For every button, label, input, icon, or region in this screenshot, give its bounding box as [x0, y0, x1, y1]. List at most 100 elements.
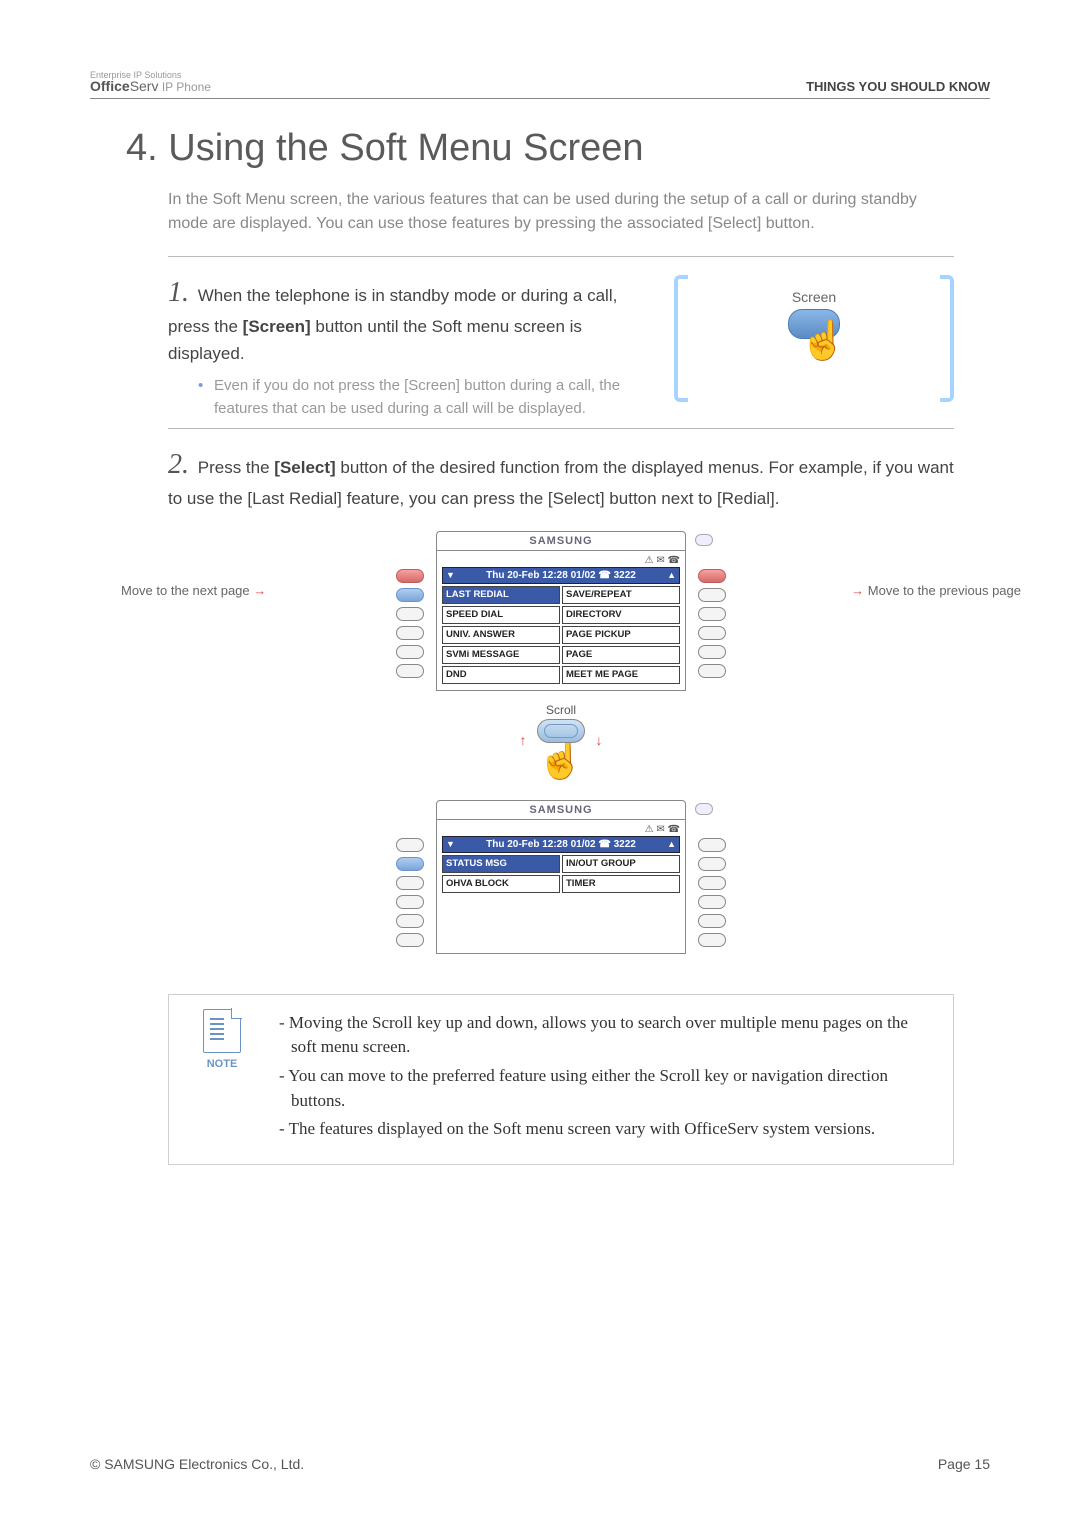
triangle-down-icon: ▼ [446, 839, 455, 849]
menu-item: OHVA BLOCK [442, 875, 560, 893]
callout-next-page: Move to the next page → [121, 583, 266, 598]
menu-item: MEET ME PAGE [562, 666, 680, 684]
step-1-bullet: Even if you do not press the [Screen] bu… [198, 375, 652, 420]
select-button[interactable] [396, 607, 424, 621]
arrow-down-icon: ↓ [595, 732, 602, 748]
note-label: NOTE [187, 1057, 257, 1073]
select-buttons-left [396, 569, 424, 678]
phone-lcd: ⚠ ✉ ☎ ▼ Thu 20-Feb 12:28 01/02 ☎ 3222 ▲ … [436, 820, 686, 954]
menu-item: TIMER [562, 875, 680, 893]
page-header: Enterprise IP Solutions OfficeServ IP Ph… [90, 70, 990, 99]
menu-item [442, 931, 560, 947]
note-item: - The features displayed on the Soft men… [279, 1117, 933, 1142]
nav-prev-button[interactable] [396, 569, 424, 583]
select-button[interactable] [698, 914, 726, 928]
select-button[interactable] [396, 895, 424, 909]
status-icons: ⚠ ✉ ☎ [442, 555, 680, 567]
triangle-up-icon: ▲ [667, 839, 676, 849]
phone-lcd: ⚠ ✉ ☎ ▼ Thu 20-Feb 12:28 01/02 ☎ 3222 ▲ … [436, 551, 686, 691]
select-button[interactable] [396, 876, 424, 890]
paper-icon [203, 1009, 241, 1053]
select-button[interactable] [698, 664, 726, 678]
phone-brand: SAMSUNG [436, 800, 686, 820]
date-text: Thu 20-Feb 12:28 01/02 ☎ 3222 [486, 570, 636, 581]
step-2-number: 2. [168, 449, 189, 480]
select-button[interactable] [396, 645, 424, 659]
page-title: 4. Using the Soft Menu Screen [126, 127, 990, 170]
note-list: - Moving the Scroll key up and down, all… [279, 1011, 933, 1142]
select-button[interactable] [698, 588, 726, 602]
phone-brand: SAMSUNG [436, 531, 686, 551]
select-button[interactable] [698, 645, 726, 659]
select-button[interactable] [698, 857, 726, 871]
arrow-right-icon: → [253, 583, 266, 598]
select-button[interactable] [396, 838, 424, 852]
note-box: NOTE - Moving the Scroll key up and down… [168, 994, 954, 1165]
screen-label: Screen [792, 289, 836, 305]
note-icon: NOTE [187, 1009, 257, 1073]
bracket-icon [674, 275, 688, 402]
scroll-wheel-icon [537, 719, 585, 743]
step-1-number: 1. [168, 277, 189, 308]
divider [168, 428, 954, 429]
menu-item: PAGE [562, 646, 680, 664]
arrow-up-icon: ↑ [520, 732, 527, 748]
pointing-hand-icon: ☝ [800, 319, 847, 363]
step-2-text-a: Press the [198, 458, 275, 477]
date-text: Thu 20-Feb 12:28 01/02 ☎ 3222 [486, 839, 636, 850]
select-buttons-right [698, 838, 726, 947]
menu-item [562, 895, 680, 911]
brand-serv: Serv [130, 78, 159, 94]
soft-menu-grid: LAST REDIALSAVE/REPEATSPEED DIALDIRECTOR… [442, 586, 680, 684]
menu-item [442, 895, 560, 911]
select-button[interactable] [396, 588, 424, 602]
menu-item [562, 913, 680, 929]
brand-logo: Enterprise IP Solutions OfficeServ IP Ph… [90, 70, 211, 94]
select-button[interactable] [396, 664, 424, 678]
speaker-icon [695, 803, 713, 815]
step-2-bold: [Select] [274, 458, 335, 477]
date-bar: ▼ Thu 20-Feb 12:28 01/02 ☎ 3222 ▲ [442, 836, 680, 853]
menu-item: DIRECTORV [562, 606, 680, 624]
page-footer: © SAMSUNG Electronics Co., Ltd. Page 15 [90, 1456, 990, 1472]
triangle-down-icon: ▼ [446, 570, 455, 580]
menu-item [442, 913, 560, 929]
menu-item: STATUS MSG [442, 855, 560, 873]
section-title: THINGS YOU SHOULD KNOW [806, 79, 990, 94]
menu-item: DND [442, 666, 560, 684]
select-button[interactable] [396, 933, 424, 947]
select-button[interactable] [698, 895, 726, 909]
select-buttons-right [698, 569, 726, 678]
menu-item: LAST REDIAL [442, 586, 560, 604]
page-number: Page 15 [938, 1456, 990, 1472]
select-button[interactable] [396, 626, 424, 640]
document-page: Enterprise IP Solutions OfficeServ IP Ph… [0, 0, 1080, 1526]
menu-item: SVMi MESSAGE [442, 646, 560, 664]
select-button[interactable] [698, 876, 726, 890]
soft-menu-grid: STATUS MSGIN/OUT GROUPOHVA BLOCKTIMER [442, 855, 680, 947]
screen-button-illustration: Screen ☝ [674, 271, 954, 406]
phone-diagram-2: SAMSUNG ⚠ ✉ ☎ ▼ Thu 20-Feb 12:28 01/02 ☎… [281, 800, 841, 954]
status-icons: ⚠ ✉ ☎ [442, 824, 680, 836]
scroll-illustration: Scroll ↑ ↓ ☝ [168, 703, 954, 782]
menu-item: SAVE/REPEAT [562, 586, 680, 604]
select-button[interactable] [396, 857, 424, 871]
speaker-icon [695, 534, 713, 546]
brand-ip: IP Phone [158, 80, 211, 94]
select-button[interactable] [698, 838, 726, 852]
menu-item [562, 931, 680, 947]
select-button[interactable] [396, 914, 424, 928]
bracket-icon [940, 275, 954, 402]
select-button[interactable] [698, 933, 726, 947]
copyright: © SAMSUNG Electronics Co., Ltd. [90, 1456, 304, 1472]
divider [168, 256, 954, 257]
step-1-bold: [Screen] [243, 317, 311, 336]
triangle-up-icon: ▲ [667, 570, 676, 580]
nav-next-button[interactable] [698, 569, 726, 583]
select-button[interactable] [698, 607, 726, 621]
note-item: - You can move to the preferred feature … [279, 1064, 933, 1113]
menu-item: UNIV. ANSWER [442, 626, 560, 644]
select-button[interactable] [698, 626, 726, 640]
arrow-right-icon: → [851, 583, 864, 598]
select-buttons-left [396, 838, 424, 947]
